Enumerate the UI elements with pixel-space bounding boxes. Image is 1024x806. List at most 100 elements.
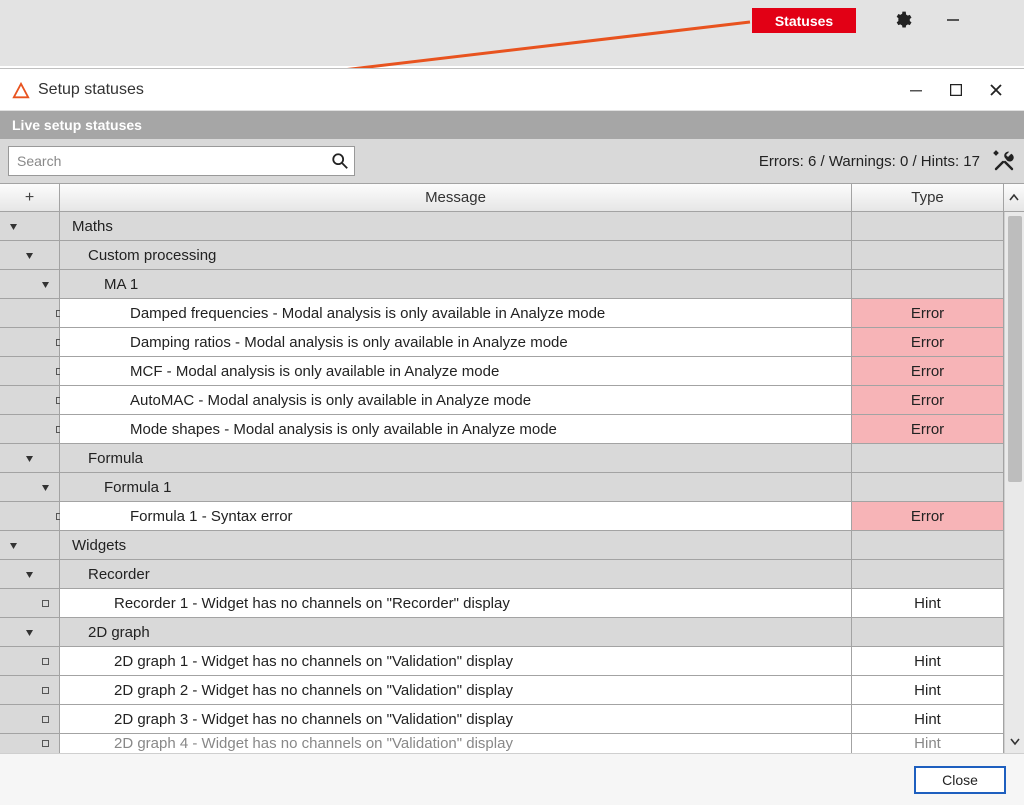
filter-toolbar: Errors: 6 / Warnings: 0 / Hints: 17 <box>0 139 1024 183</box>
toggle-expand-icon[interactable] <box>0 212 60 241</box>
tree-leaf-icon <box>0 502 60 531</box>
status-counts: Errors: 6 / Warnings: 0 / Hints: 17 <box>759 153 980 170</box>
group-row[interactable]: Formula 1 <box>0 473 1004 502</box>
status-row[interactable]: Recorder 1 - Widget has no channels on "… <box>0 589 1004 618</box>
status-row[interactable]: AutoMAC - Modal analysis is only availab… <box>0 386 1004 415</box>
group-row[interactable]: Custom processing <box>0 241 1004 270</box>
statuses-button[interactable]: Statuses <box>752 8 856 33</box>
expand-all-button[interactable]: + <box>0 184 60 212</box>
app-toolbar: Statuses <box>0 0 1024 66</box>
toggle-expand-icon[interactable] <box>0 618 60 647</box>
type-cell <box>852 212 1004 241</box>
gear-icon[interactable] <box>892 10 912 30</box>
type-cell: Error <box>852 299 1004 328</box>
message-cell: 2D graph 4 - Widget has no channels on "… <box>60 734 852 753</box>
tree-leaf-icon <box>0 299 60 328</box>
message-cell: Widgets <box>60 531 852 560</box>
vertical-scrollbar[interactable] <box>1004 212 1024 753</box>
message-cell: AutoMAC - Modal analysis is only availab… <box>60 386 852 415</box>
type-cell: Error <box>852 502 1004 531</box>
type-cell: Error <box>852 328 1004 357</box>
tools-icon[interactable] <box>992 149 1016 173</box>
status-row[interactable]: Mode shapes - Modal analysis is only ava… <box>0 415 1004 444</box>
type-cell: Hint <box>852 589 1004 618</box>
tree-leaf-icon <box>0 386 60 415</box>
message-cell: Recorder <box>60 560 852 589</box>
close-button[interactable]: Close <box>914 766 1006 794</box>
dialog-bottom-bar: Close <box>0 753 1024 805</box>
grid-rows: MathsCustom processingMA 1Damped frequen… <box>0 212 1004 753</box>
column-header-type[interactable]: Type <box>852 184 1004 212</box>
status-row[interactable]: 2D graph 3 - Widget has no channels on "… <box>0 705 1004 734</box>
group-row[interactable]: Widgets <box>0 531 1004 560</box>
type-cell: Error <box>852 386 1004 415</box>
tree-leaf-icon <box>0 589 60 618</box>
outer-minimize-button[interactable] <box>940 6 966 32</box>
group-row[interactable]: Formula <box>0 444 1004 473</box>
type-cell <box>852 444 1004 473</box>
status-row[interactable]: Formula 1 - Syntax errorError <box>0 502 1004 531</box>
scroll-down-button[interactable] <box>1005 731 1024 751</box>
tree-leaf-icon <box>0 705 60 734</box>
toggle-expand-icon[interactable] <box>0 241 60 270</box>
status-grid: + Message Type MathsCustom processingMA … <box>0 183 1024 753</box>
toggle-expand-icon[interactable] <box>0 270 60 299</box>
status-row[interactable]: 2D graph 1 - Widget has no channels on "… <box>0 647 1004 676</box>
scroll-up-button[interactable] <box>1004 184 1024 212</box>
type-cell: Error <box>852 357 1004 386</box>
type-cell <box>852 560 1004 589</box>
scrollbar-thumb[interactable] <box>1008 216 1022 482</box>
message-cell: 2D graph 3 - Widget has no channels on "… <box>60 705 852 734</box>
message-cell: MCF - Modal analysis is only available i… <box>60 357 852 386</box>
type-cell: Hint <box>852 734 1004 753</box>
message-cell: Formula 1 - Syntax error <box>60 502 852 531</box>
tree-leaf-icon <box>0 328 60 357</box>
message-cell: Custom processing <box>60 241 852 270</box>
search-icon[interactable] <box>331 152 349 170</box>
tree-leaf-icon <box>0 676 60 705</box>
tree-leaf-icon <box>0 647 60 676</box>
message-cell: Maths <box>60 212 852 241</box>
tree-leaf-icon <box>0 415 60 444</box>
group-row[interactable]: MA 1 <box>0 270 1004 299</box>
setup-statuses-dialog: Setup statuses Live setup statuses Error… <box>0 68 1024 806</box>
message-cell: Damping ratios - Modal analysis is only … <box>60 328 852 357</box>
status-row[interactable]: 2D graph 4 - Widget has no channels on "… <box>0 734 1004 753</box>
toggle-expand-icon[interactable] <box>0 444 60 473</box>
message-cell: Recorder 1 - Widget has no channels on "… <box>60 589 852 618</box>
type-cell: Hint <box>852 647 1004 676</box>
message-cell: Formula 1 <box>60 473 852 502</box>
grid-header-row: + Message Type <box>0 184 1024 212</box>
group-row[interactable]: Maths <box>0 212 1004 241</box>
message-cell: 2D graph <box>60 618 852 647</box>
window-maximize-button[interactable] <box>936 75 976 105</box>
type-cell <box>852 241 1004 270</box>
dialog-titlebar: Setup statuses <box>0 69 1024 111</box>
search-input[interactable] <box>8 146 355 176</box>
window-minimize-button[interactable] <box>896 75 936 105</box>
type-cell: Hint <box>852 676 1004 705</box>
window-close-button[interactable] <box>976 75 1016 105</box>
toggle-expand-icon[interactable] <box>0 560 60 589</box>
group-row[interactable]: 2D graph <box>0 618 1004 647</box>
status-row[interactable]: 2D graph 2 - Widget has no channels on "… <box>0 676 1004 705</box>
column-header-message[interactable]: Message <box>60 184 852 212</box>
group-row[interactable]: Recorder <box>0 560 1004 589</box>
status-row[interactable]: Damped frequencies - Modal analysis is o… <box>0 299 1004 328</box>
type-cell: Hint <box>852 705 1004 734</box>
message-cell: Damped frequencies - Modal analysis is o… <box>60 299 852 328</box>
message-cell: 2D graph 1 - Widget has no channels on "… <box>60 647 852 676</box>
toggle-expand-icon[interactable] <box>0 473 60 502</box>
status-row[interactable]: Damping ratios - Modal analysis is only … <box>0 328 1004 357</box>
type-cell: Error <box>852 415 1004 444</box>
type-cell <box>852 473 1004 502</box>
tree-leaf-icon <box>0 357 60 386</box>
search-wrap <box>8 146 355 176</box>
live-setup-banner: Live setup statuses <box>0 111 1024 139</box>
message-cell: MA 1 <box>60 270 852 299</box>
toggle-expand-icon[interactable] <box>0 531 60 560</box>
type-cell <box>852 531 1004 560</box>
message-cell: Mode shapes - Modal analysis is only ava… <box>60 415 852 444</box>
dialog-title: Setup statuses <box>38 81 896 99</box>
status-row[interactable]: MCF - Modal analysis is only available i… <box>0 357 1004 386</box>
